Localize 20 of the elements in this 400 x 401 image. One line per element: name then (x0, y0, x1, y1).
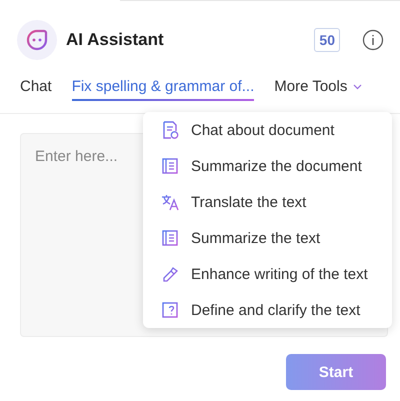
question-icon (161, 301, 179, 319)
menu-item[interactable]: Summarize the document (143, 148, 392, 184)
assistant-logo (17, 20, 57, 60)
menu-item[interactable]: Define and clarify the text (143, 292, 392, 328)
tab[interactable]: Fix spelling & grammar of... (72, 78, 254, 101)
menu-item[interactable]: Enhance writing of the text (143, 256, 392, 292)
panel-title: AI Assistant (66, 30, 165, 50)
tab[interactable]: More Tools (274, 78, 362, 101)
pen-icon (161, 265, 179, 283)
translate-icon (161, 193, 179, 211)
caret-icon (353, 84, 362, 90)
document-icon (161, 229, 179, 247)
tab[interactable]: Chat (20, 78, 52, 101)
document-chat-icon (161, 121, 179, 139)
menu-item[interactable]: Translate the text (143, 184, 392, 220)
info-icon[interactable] (362, 29, 384, 51)
document-icon (161, 157, 179, 175)
credits-badge: 50 (314, 28, 340, 52)
menu-item[interactable]: Chat about document (143, 112, 392, 148)
menu-item[interactable]: Summarize the text (143, 220, 392, 256)
